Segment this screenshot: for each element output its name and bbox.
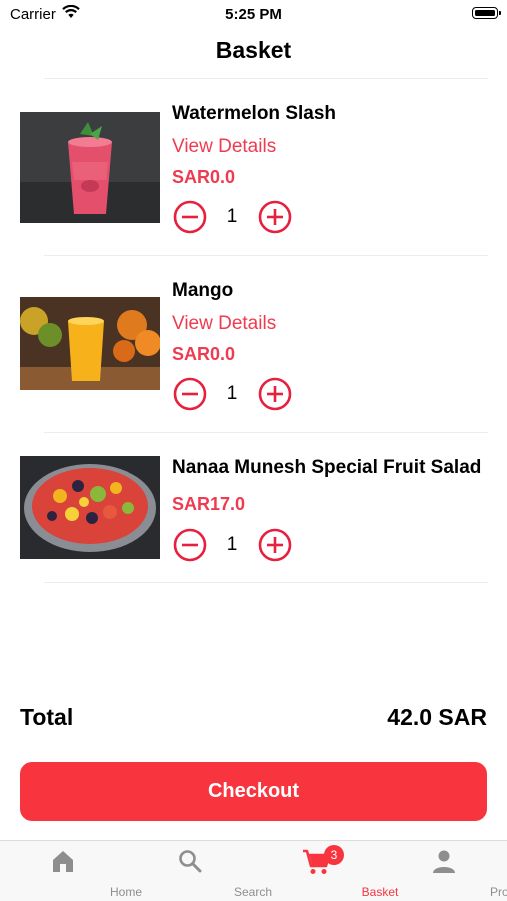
status-bar: Carrier 5:25 PM [0, 0, 507, 28]
item-name: Watermelon Slash [172, 103, 337, 124]
item-price: SAR0.0 [172, 167, 236, 187]
quantity-value: 1 [226, 534, 238, 555]
tab-bar: Home Search 3 Basket Profile [0, 840, 507, 901]
item-name: Nanaa Munesh Special Fruit Salad [172, 457, 482, 478]
item-price: SAR0.0 [172, 344, 236, 364]
battery-icon [472, 7, 501, 19]
increase-quantity-button[interactable] [258, 528, 292, 562]
increase-quantity-button[interactable] [258, 200, 292, 234]
search-icon [177, 848, 203, 879]
plus-circle-icon [258, 528, 292, 562]
divider [44, 582, 488, 583]
tab-basket[interactable]: 3 Basket [254, 841, 398, 901]
tab-profile[interactable]: Profile [381, 841, 507, 901]
plus-circle-icon [258, 377, 292, 411]
quantity-value: 1 [226, 206, 238, 227]
decrease-quantity-button[interactable] [173, 377, 207, 411]
tab-search[interactable]: Search [127, 841, 272, 901]
basket-item: Watermelon Slash View Details SAR0.0 1 [0, 95, 507, 235]
page-title: Basket [215, 37, 292, 63]
decrease-quantity-button[interactable] [173, 528, 207, 562]
item-name: Mango [172, 280, 234, 301]
product-image[interactable] [20, 456, 160, 559]
decrease-quantity-button[interactable] [173, 200, 207, 234]
product-image[interactable] [20, 112, 160, 223]
view-details-link[interactable]: View Details [172, 136, 276, 158]
basket-item: Mango View Details SAR0.0 1 [0, 272, 507, 412]
divider [44, 255, 488, 256]
clock: 5:25 PM [225, 6, 282, 23]
basket-item: Nanaa Munesh Special Fruit Salad SAR17.0… [0, 449, 507, 589]
tab-label: Profile [489, 885, 507, 899]
total-value: 42.0 SAR [387, 704, 487, 730]
plus-circle-icon [258, 200, 292, 234]
divider [44, 78, 488, 79]
total-label: Total [20, 704, 74, 730]
increase-quantity-button[interactable] [258, 377, 292, 411]
product-image[interactable] [20, 297, 160, 408]
quantity-value: 1 [226, 383, 238, 404]
tab-home[interactable]: Home [0, 841, 142, 901]
person-icon [431, 848, 457, 879]
minus-circle-icon [173, 200, 207, 234]
home-icon [50, 848, 76, 879]
minus-circle-icon [173, 377, 207, 411]
minus-circle-icon [173, 528, 207, 562]
checkout-button[interactable]: Checkout [20, 762, 487, 821]
view-details-link[interactable]: View Details [172, 313, 276, 335]
cart-count-badge: 3 [324, 845, 344, 865]
divider [44, 432, 488, 433]
item-price: SAR17.0 [172, 494, 246, 514]
